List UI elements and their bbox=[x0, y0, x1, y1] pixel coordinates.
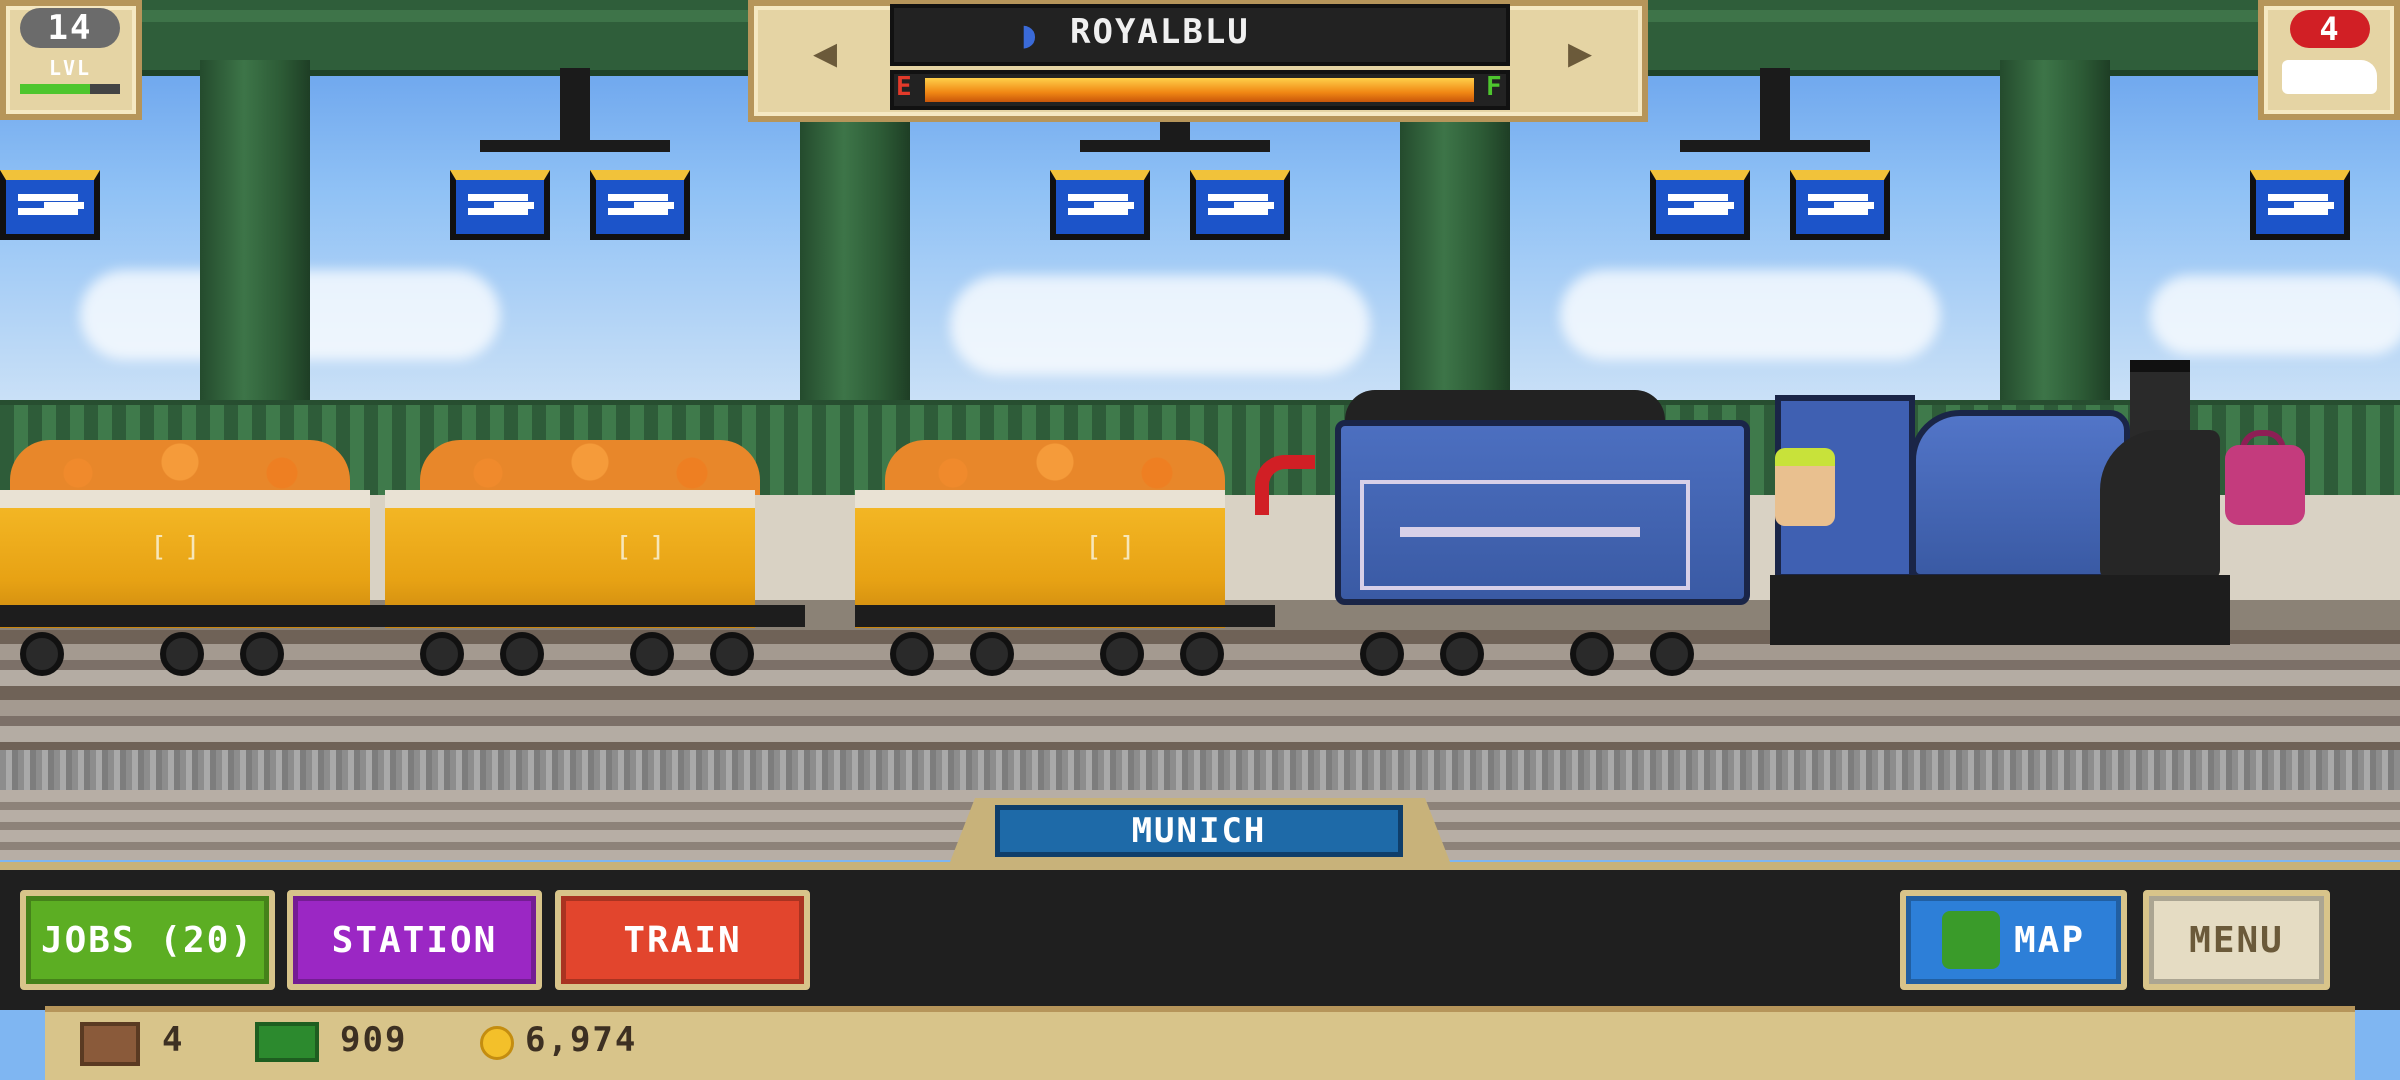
sign-hanger bbox=[560, 68, 590, 148]
wheel bbox=[890, 632, 934, 676]
wheel bbox=[240, 632, 284, 676]
orange-cargo bbox=[885, 440, 1225, 495]
sign-arm bbox=[480, 140, 670, 152]
fuel-empty-label: E bbox=[896, 72, 914, 102]
station-button[interactable]: STATION bbox=[287, 890, 542, 990]
wheel bbox=[710, 632, 754, 676]
previous-train-button[interactable]: ◀ bbox=[760, 0, 890, 105]
wagon-chassis bbox=[855, 605, 1275, 627]
wagon-mark: [ ] bbox=[150, 530, 201, 563]
departure-sign bbox=[1050, 170, 1150, 240]
train-driver bbox=[1775, 448, 1835, 526]
crate-icon bbox=[80, 1022, 140, 1066]
wheel bbox=[500, 632, 544, 676]
wheel bbox=[20, 632, 64, 676]
wagon-mark: [ ] bbox=[615, 530, 666, 563]
jobs-button[interactable]: JOBS (20) bbox=[20, 890, 275, 990]
next-train-button[interactable]: ▶ bbox=[1515, 0, 1645, 105]
map-icon bbox=[1941, 911, 2000, 969]
cloud bbox=[1560, 270, 1940, 360]
crates-count: 4 bbox=[162, 1020, 185, 1060]
locomotive-smokebox bbox=[2100, 430, 2220, 580]
arrow-left-icon: ◀ bbox=[812, 29, 838, 76]
departure-sign bbox=[0, 170, 100, 240]
map-button-label: MAP bbox=[2013, 919, 2086, 961]
wheel bbox=[1650, 632, 1694, 676]
station-name: MUNICH bbox=[995, 805, 1403, 857]
orange-cargo bbox=[10, 440, 350, 495]
level-label: LVL bbox=[48, 56, 92, 80]
cash-amount: 909 bbox=[340, 1020, 408, 1060]
cloud bbox=[2150, 275, 2400, 355]
wagon-chassis bbox=[385, 605, 805, 627]
coins-amount: 6,974 bbox=[525, 1020, 638, 1060]
tender-trim bbox=[1400, 527, 1640, 537]
level-progress-fill bbox=[20, 84, 90, 94]
level-number: 14 bbox=[20, 8, 120, 48]
departure-sign bbox=[1790, 170, 1890, 240]
departure-sign bbox=[590, 170, 690, 240]
departure-sign bbox=[1190, 170, 1290, 240]
departure-sign bbox=[2250, 170, 2350, 240]
wagon-chassis bbox=[0, 605, 390, 627]
map-button[interactable]: MAP bbox=[1900, 890, 2127, 990]
coin-icon bbox=[480, 1026, 514, 1060]
wheel bbox=[1440, 632, 1484, 676]
arrow-right-icon: ▶ bbox=[1567, 29, 1593, 76]
wheel bbox=[1570, 632, 1614, 676]
trains-count-badge: 4 bbox=[2290, 10, 2370, 48]
train-button[interactable]: TRAIN bbox=[555, 890, 810, 990]
sign-arm bbox=[1080, 140, 1270, 152]
locomotive-boiler[interactable] bbox=[1910, 410, 2130, 580]
wheel bbox=[630, 632, 674, 676]
sign-arm bbox=[1680, 140, 1870, 152]
train-name: ROYALBLU bbox=[1070, 12, 1250, 52]
departure-sign bbox=[450, 170, 550, 240]
cloud bbox=[950, 275, 1370, 375]
wheel bbox=[160, 632, 204, 676]
sign-hanger bbox=[1760, 68, 1790, 148]
wagon-mark: [ ] bbox=[1085, 530, 1136, 563]
orange-cargo bbox=[420, 440, 760, 495]
fuel-gauge-fill bbox=[925, 78, 1474, 102]
wheel bbox=[420, 632, 464, 676]
cash-icon bbox=[255, 1022, 319, 1062]
train-badge-icon: ◗ bbox=[1018, 12, 1043, 56]
red-coupler bbox=[1255, 455, 1315, 515]
locomotive-chassis bbox=[1770, 575, 2230, 645]
train-icon bbox=[2282, 60, 2377, 94]
fuel-full-label: F bbox=[1486, 72, 1504, 102]
wheel bbox=[1360, 632, 1404, 676]
wheel bbox=[970, 632, 1014, 676]
wheel bbox=[1100, 632, 1144, 676]
menu-button[interactable]: MENU bbox=[2143, 890, 2330, 990]
wheel bbox=[1180, 632, 1224, 676]
departure-sign bbox=[1650, 170, 1750, 240]
luggage-bag-icon[interactable] bbox=[2225, 445, 2305, 525]
track-gravel bbox=[0, 750, 2400, 790]
